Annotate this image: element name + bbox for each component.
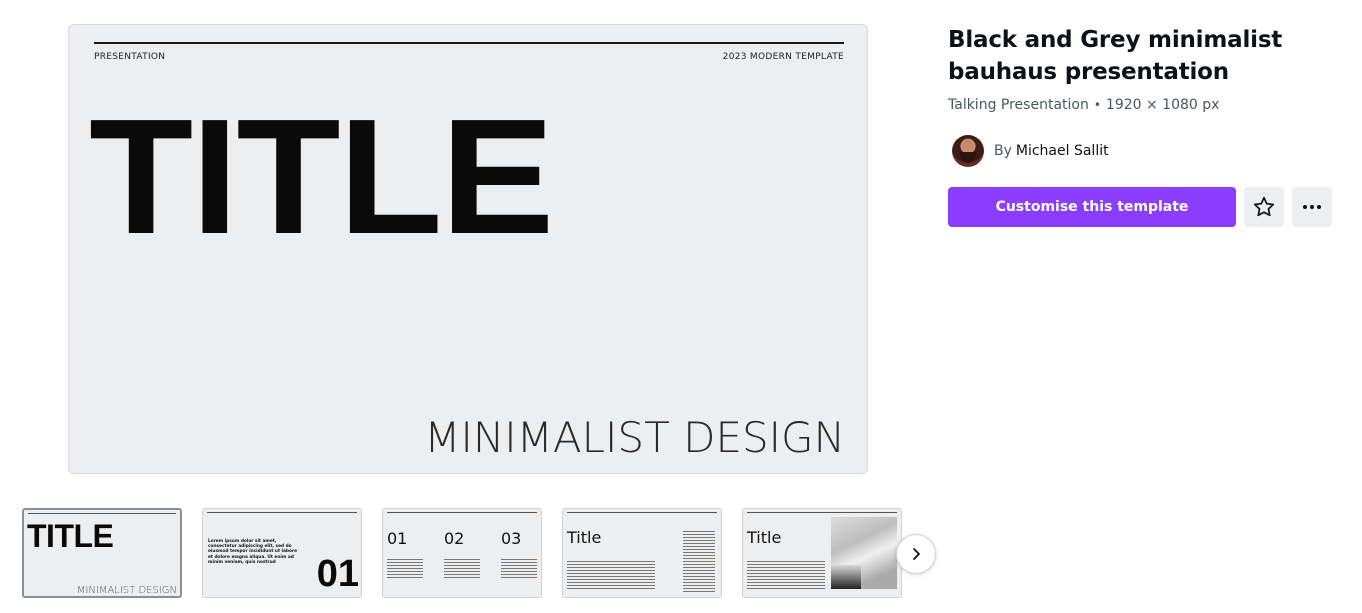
thumbnail-page-4[interactable]: Title bbox=[562, 508, 722, 598]
slide-title: TITLE bbox=[89, 85, 554, 268]
meta-separator: • bbox=[1093, 98, 1101, 112]
thumb-rule bbox=[747, 512, 897, 513]
template-meta: Talking Presentation • 1920 × 1080 px bbox=[948, 97, 1338, 113]
slide-header-left: PRESENTATION bbox=[94, 52, 166, 62]
favorite-button[interactable] bbox=[1244, 187, 1284, 227]
customise-template-button[interactable]: Customise this template bbox=[948, 187, 1236, 227]
thumb-title: Title bbox=[567, 528, 602, 547]
more-horizontal-icon bbox=[1303, 205, 1321, 209]
slide-rule bbox=[94, 42, 844, 44]
thumb-text-lines bbox=[387, 559, 423, 579]
template-info-panel: Black and Grey minimalist bauhaus presen… bbox=[948, 24, 1338, 227]
thumb-subtitle: MINIMALIST DESIGN bbox=[76, 585, 177, 596]
thumb-number: 03 bbox=[501, 529, 522, 548]
thumb-title: TITLE bbox=[27, 518, 114, 554]
thumb-title: Title bbox=[747, 528, 782, 547]
thumb-text-lines bbox=[501, 559, 537, 579]
thumb-body-text: Lorem ipsum dolor sit amet, consectetur … bbox=[208, 539, 297, 565]
author-name[interactable]: Michael Sallit bbox=[1016, 143, 1109, 159]
star-icon bbox=[1253, 196, 1275, 217]
thumb-rule bbox=[567, 512, 717, 513]
thumb-number: 01 bbox=[387, 529, 408, 548]
template-preview[interactable]: PRESENTATION 2023 MODERN TEMPLATE TITLE … bbox=[68, 24, 868, 474]
avatar[interactable] bbox=[952, 135, 984, 167]
author-prefix: By bbox=[994, 143, 1012, 159]
chevron-right-icon bbox=[913, 548, 920, 560]
template-type: Talking Presentation bbox=[948, 97, 1089, 113]
thumb-rule bbox=[28, 513, 176, 514]
thumbnail-page-2[interactable]: Lorem ipsum dolor sit amet, consectetur … bbox=[202, 508, 362, 598]
thumb-number: 02 bbox=[444, 529, 465, 548]
thumb-number: 01 bbox=[316, 553, 359, 595]
thumb-text-lines bbox=[567, 561, 655, 589]
thumbnail-page-5[interactable]: Title bbox=[742, 508, 902, 598]
thumb-rule bbox=[207, 512, 357, 513]
thumb-text-lines bbox=[747, 561, 825, 591]
thumb-rule bbox=[387, 512, 537, 513]
template-dimensions: 1920 × 1080 px bbox=[1105, 97, 1220, 113]
thumb-text-lines bbox=[444, 559, 480, 579]
template-title: Black and Grey minimalist bauhaus presen… bbox=[948, 27, 1283, 85]
author-row: By Michael Sallit bbox=[948, 135, 1338, 167]
slide-header-right: 2023 MODERN TEMPLATE bbox=[722, 52, 844, 62]
more-options-button[interactable] bbox=[1292, 187, 1332, 227]
slide-subtitle: MINIMALIST DESIGN bbox=[424, 413, 845, 462]
thumbnail-page-1[interactable]: TITLE MINIMALIST DESIGN bbox=[22, 508, 182, 598]
page-thumbnails: TITLE MINIMALIST DESIGN Lorem ipsum dolo… bbox=[22, 508, 902, 598]
thumb-text-lines bbox=[683, 531, 715, 593]
action-row: Customise this template bbox=[948, 187, 1338, 227]
thumb-photo bbox=[831, 565, 861, 589]
next-thumbnails-button[interactable] bbox=[896, 534, 936, 574]
thumbnail-page-3[interactable]: 01 02 03 bbox=[382, 508, 542, 598]
